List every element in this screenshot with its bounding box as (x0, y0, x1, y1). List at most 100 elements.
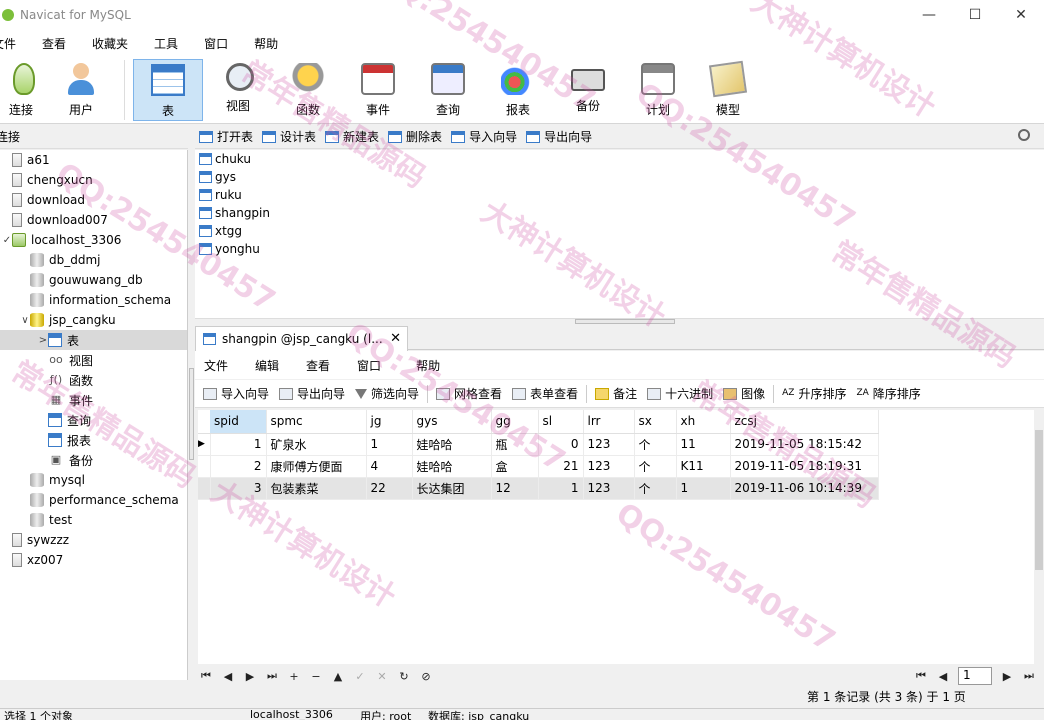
cell-spmc[interactable]: 包装素菜 (266, 477, 367, 500)
tree-item[interactable]: sywzzz (0, 530, 187, 550)
cell-xh[interactable]: 11 (676, 433, 731, 456)
tab-shangpin[interactable]: shangpin @jsp_cangku (l... ✕ (195, 326, 408, 351)
tree-item[interactable]: information_schema (0, 290, 187, 310)
toolbar-view-button[interactable]: 视图 (203, 59, 273, 121)
add-record-icon[interactable]: + (283, 670, 305, 683)
cell-spid[interactable]: 2 (210, 455, 267, 478)
grid-import-button[interactable]: 导入向导 (203, 385, 269, 402)
maximize-button[interactable]: ☐ (952, 0, 998, 30)
scrollbar-thumb[interactable] (1035, 430, 1043, 570)
table-item-xtgg[interactable]: xtgg (195, 222, 1044, 240)
tree-item[interactable]: gouwuwang_db (0, 270, 187, 290)
table-menu-edit[interactable]: 编辑 (255, 357, 279, 374)
stop-icon[interactable]: ⊘ (415, 670, 437, 683)
tree-item[interactable]: mysql (0, 470, 187, 490)
menu-favorites[interactable]: 收藏夹 (79, 35, 141, 52)
export-wizard-button[interactable]: 导出向导 (526, 128, 592, 145)
tree-item[interactable]: test (0, 510, 187, 530)
previous-page-icon[interactable]: ◀ (932, 670, 954, 683)
page-number-input[interactable]: 1 (958, 667, 992, 685)
tree-item[interactable]: db_ddmj (0, 250, 187, 270)
table-row[interactable]: 3 包装素菜 22 长达集团 12 1 123 个 1 2019-11-06 1… (198, 477, 879, 500)
cell-sl[interactable]: 21 (538, 455, 584, 478)
cell-xh[interactable]: K11 (676, 455, 731, 478)
cell-spmc[interactable]: 矿泉水 (266, 433, 367, 456)
table-menu-window[interactable]: 窗口 (357, 357, 381, 374)
next-record-icon[interactable]: ▶ (239, 670, 261, 683)
tree-item[interactable]: download007 (0, 210, 187, 230)
cell-zcsj[interactable]: 2019-11-05 18:19:31 (730, 455, 879, 478)
cell-lrr[interactable]: 123 (583, 477, 635, 500)
cell-gys[interactable]: 长达集团 (412, 477, 492, 500)
menu-view[interactable]: 查看 (29, 35, 79, 52)
grid-vertical-scrollbar[interactable] (1034, 410, 1044, 664)
table-menu-view[interactable]: 查看 (306, 357, 330, 374)
discard-changes-icon[interactable]: ✕ (371, 670, 393, 683)
cell-jg[interactable]: 1 (366, 433, 413, 456)
toolbar-table-button[interactable]: 表 (133, 59, 203, 121)
form-view-button[interactable]: 表单查看 (512, 385, 578, 402)
cell-spid[interactable]: 3 (210, 477, 267, 500)
cell-gg[interactable]: 瓶 (491, 433, 539, 456)
menu-help[interactable]: 帮助 (241, 35, 291, 52)
cell-sl[interactable]: 1 (538, 477, 584, 500)
edit-record-icon[interactable]: ▲ (327, 670, 349, 683)
image-button[interactable]: 图像 (723, 385, 765, 402)
cell-zcsj[interactable]: 2019-11-06 10:14:39 (730, 477, 879, 500)
delete-record-icon[interactable]: − (305, 670, 327, 683)
splitter-grip[interactable] (189, 368, 194, 460)
hex-button[interactable]: 十六进制 (647, 385, 713, 402)
tree-item[interactable]: 查询 (0, 410, 187, 430)
expand-toggle-icon[interactable]: > (38, 335, 48, 346)
tree-item[interactable]: > 表 (0, 330, 187, 350)
new-table-button[interactable]: 新建表 (325, 128, 379, 145)
column-header-gys[interactable]: gys (412, 410, 492, 434)
cell-zcsj[interactable]: 2019-11-05 18:15:42 (730, 433, 879, 456)
column-header-lrr[interactable]: lrr (583, 410, 635, 434)
column-header-spid[interactable]: spid (210, 410, 267, 434)
toolbar-schedule-button[interactable]: 计划 (623, 59, 693, 121)
column-header-jg[interactable]: jg (366, 410, 413, 434)
table-item-chuku[interactable]: chuku (195, 150, 1044, 168)
expand-toggle-icon[interactable]: ∨ (20, 315, 30, 326)
tree-item[interactable]: xz007 (0, 550, 187, 570)
column-header-sl[interactable]: sl (538, 410, 584, 434)
sort-descending-button[interactable]: ZA 降序排序 (856, 385, 920, 402)
previous-record-icon[interactable]: ◀ (217, 670, 239, 683)
tree-item[interactable]: ▣ 备份 (0, 450, 187, 470)
cell-sx[interactable]: 个 (634, 433, 677, 456)
column-header-sx[interactable]: sx (634, 410, 677, 434)
table-menu-file[interactable]: 文件 (204, 357, 228, 374)
cell-gys[interactable]: 娃哈哈 (412, 433, 492, 456)
cell-sx[interactable]: 个 (634, 455, 677, 478)
cell-lrr[interactable]: 123 (583, 433, 635, 456)
cell-gys[interactable]: 娃哈哈 (412, 455, 492, 478)
tree-item[interactable]: ƒ() 函数 (0, 370, 187, 390)
toolbar-function-button[interactable]: 函数 (273, 59, 343, 121)
cell-spid[interactable]: 1 (210, 433, 267, 456)
table-item-gys[interactable]: gys (195, 168, 1044, 186)
column-header-gg[interactable]: gg (491, 410, 539, 434)
column-header-spmc[interactable]: spmc (266, 410, 367, 434)
expand-toggle-icon[interactable]: ✓ (2, 235, 12, 246)
memo-button[interactable]: 备注 (595, 385, 637, 402)
column-header-xh[interactable]: xh (676, 410, 731, 434)
tree-item[interactable]: ✓ localhost_3306 (0, 230, 187, 250)
sort-ascending-button[interactable]: AZ 升序排序 (782, 385, 846, 402)
tree-item[interactable]: ∨ jsp_cangku (0, 310, 187, 330)
toolbar-query-button[interactable]: 查询 (413, 59, 483, 121)
first-record-icon[interactable]: ⏮ (195, 669, 217, 683)
table-row[interactable]: ▶ 1 矿泉水 1 娃哈哈 瓶 0 123 个 11 2019-11-05 18… (198, 433, 879, 456)
grid-view-button[interactable]: 网格查看 (436, 385, 502, 402)
cell-sx[interactable]: 个 (634, 477, 677, 500)
column-header-zcsj[interactable]: zcsj (730, 410, 879, 434)
tree-item[interactable]: oo 视图 (0, 350, 187, 370)
next-page-icon[interactable]: ▶ (996, 670, 1018, 683)
tree-item[interactable]: 报表 (0, 430, 187, 450)
cell-spmc[interactable]: 康师傅方便面 (266, 455, 367, 478)
design-table-button[interactable]: 设计表 (262, 128, 316, 145)
toolbar-connection-button[interactable]: 连接 (0, 59, 46, 121)
cell-xh[interactable]: 1 (676, 477, 731, 500)
tab-close-icon[interactable]: ✕ (390, 331, 401, 346)
menu-window[interactable]: 窗口 (191, 35, 241, 52)
